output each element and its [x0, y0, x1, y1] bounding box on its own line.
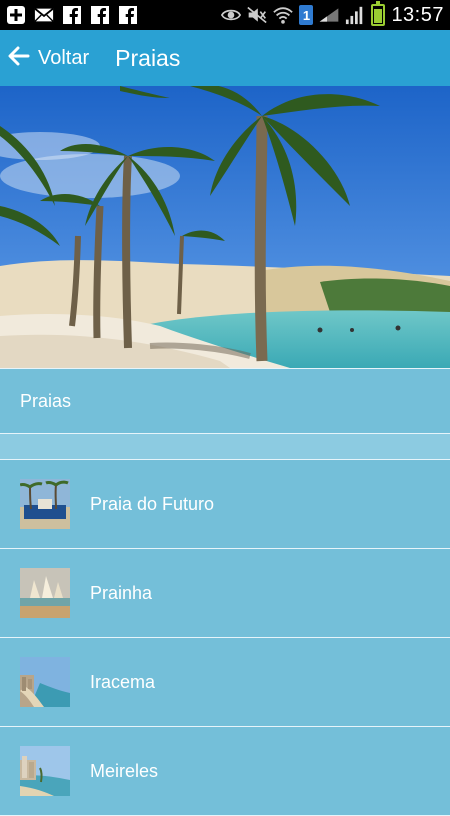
back-button[interactable]: Voltar: [0, 30, 99, 86]
thumbnail-image: [20, 479, 70, 529]
section-header: Praias: [0, 368, 450, 434]
status-bar: 1 13:57: [0, 0, 450, 30]
list-item-meireles[interactable]: Meireles: [0, 727, 450, 816]
action-bar: Voltar Praias: [0, 30, 450, 86]
mute-icon: [247, 5, 268, 25]
list-item-prainha[interactable]: Prainha: [0, 549, 450, 638]
notification-icons: [6, 5, 138, 25]
signal-icon: [345, 5, 365, 25]
list-item-label: Iracema: [90, 671, 156, 692]
battery-icon: [371, 1, 386, 26]
mail-icon: [34, 5, 54, 25]
sim-badge: 1: [299, 5, 314, 25]
list-item-label: Praia do Futuro: [90, 493, 215, 514]
signal-icon: [319, 5, 339, 25]
add-icon: [6, 5, 26, 25]
list-item-label: Prainha: [90, 582, 153, 603]
thumbnail-image: [20, 746, 70, 796]
wifi-icon: [273, 5, 294, 25]
eye-icon: [221, 5, 242, 25]
divider: [0, 434, 450, 460]
facebook-icon: [90, 5, 110, 25]
thumbnail-image: [20, 657, 70, 707]
clock: 13:57: [391, 3, 444, 26]
thumbnail-image: [20, 568, 70, 618]
page-title: Praias: [115, 44, 181, 71]
list-item-label: Meireles: [90, 760, 159, 781]
facebook-icon: [62, 5, 82, 25]
beach-list: Praia do Futuro Prainha Iracema Meireles: [0, 460, 450, 816]
hero-image: [0, 86, 450, 368]
facebook-icon: [118, 5, 138, 25]
back-label: Voltar: [38, 46, 90, 69]
list-item-praia-do-futuro[interactable]: Praia do Futuro: [0, 460, 450, 549]
list-item-iracema[interactable]: Iracema: [0, 638, 450, 727]
arrow-left-icon: [8, 45, 30, 72]
system-icons: 1 13:57: [221, 1, 444, 27]
